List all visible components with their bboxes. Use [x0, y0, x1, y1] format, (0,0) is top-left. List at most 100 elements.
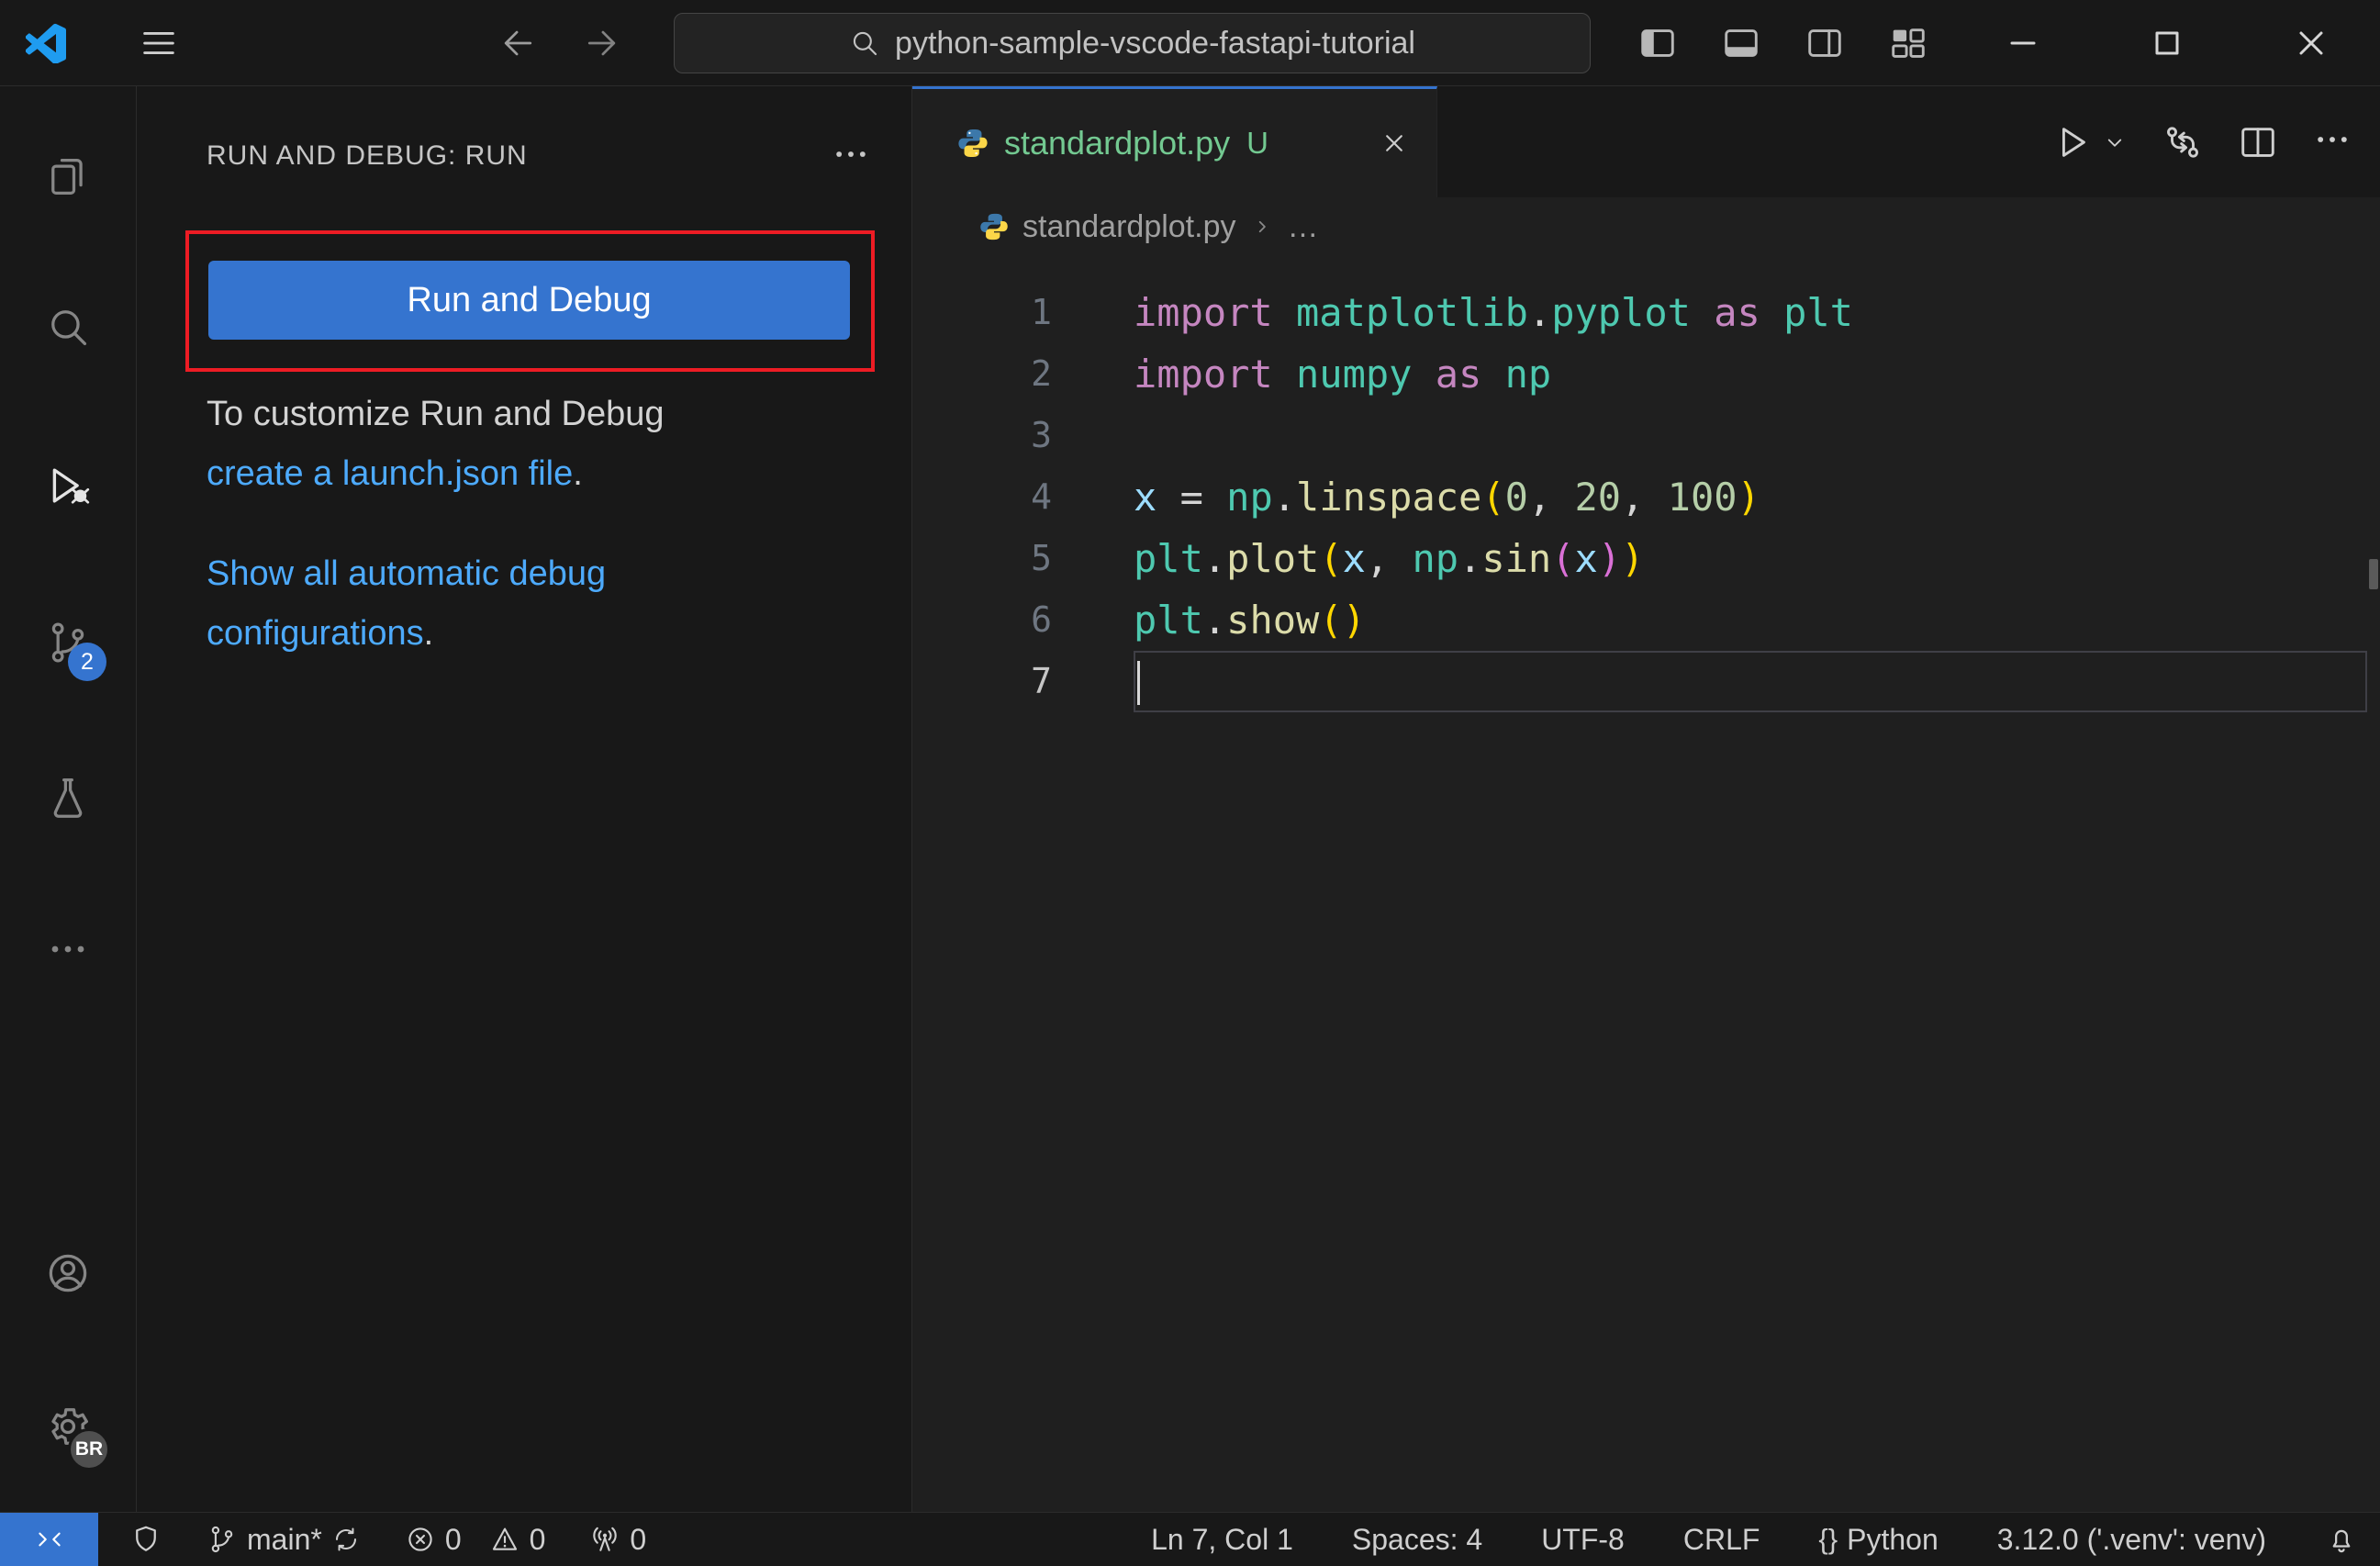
code-text[interactable] [1134, 651, 2367, 712]
editor-more-actions[interactable] [2312, 119, 2352, 164]
code-text[interactable]: import numpy as np [1134, 343, 2380, 405]
code-text[interactable]: plt.show() [1134, 589, 2380, 651]
code-line[interactable]: 6 plt.show() [912, 589, 2380, 651]
notifications-button[interactable] [2325, 1523, 2358, 1556]
activity-item-accounts[interactable] [42, 1247, 94, 1299]
overview-ruler-mark[interactable] [2369, 559, 2378, 589]
forward-arrow-icon [587, 30, 616, 55]
eol-sequence[interactable]: CRLF [1683, 1523, 1760, 1557]
maximize-button[interactable] [2145, 21, 2189, 65]
problems-item[interactable]: 0 0 [405, 1522, 546, 1557]
toggle-primary-sidebar-button[interactable] [1637, 22, 1679, 64]
toggle-secondary-sidebar-button[interactable] [1804, 22, 1846, 64]
line-number[interactable]: 2 [912, 343, 1052, 405]
layout-sidebar-left-icon [1641, 28, 1674, 57]
code-line[interactable]: 3 [912, 405, 2380, 466]
breadcrumb-more[interactable]: … [1288, 209, 1319, 245]
cursor-position[interactable]: Ln 7, Col 1 [1151, 1523, 1293, 1557]
warning-count: 0 [529, 1522, 546, 1556]
code-line[interactable]: 7 [912, 651, 2380, 712]
chevron-down-icon [2107, 139, 2122, 147]
language-status-icon: {} [1818, 1523, 1838, 1555]
vscode-logo [26, 23, 66, 63]
code-text[interactable] [1134, 405, 2380, 466]
forward-button[interactable] [582, 23, 622, 63]
code-line[interactable]: 4 x = np.linspace(0, 20, 100) [912, 466, 2380, 528]
workspace-trust-button[interactable] [129, 1523, 162, 1556]
customize-layout-icon [1892, 28, 1925, 58]
ellipsis-icon [836, 151, 866, 157]
menu-button[interactable] [138, 22, 180, 64]
code-line[interactable]: 5 plt.plot(x, np.sin(x)) [912, 528, 2380, 589]
editor-tab[interactable]: standardplot.py U [912, 86, 1437, 197]
maximize-icon [2155, 31, 2179, 54]
activity-item-run-debug[interactable] [42, 460, 94, 511]
status-bar: main* 0 0 0 Ln 7, Col 1 Spaces: 4 UTF-8 … [0, 1512, 2380, 1566]
customize-layout-button[interactable] [1887, 22, 1929, 64]
warning-icon [492, 1527, 517, 1550]
activity-item-source-control[interactable]: 2 [42, 617, 106, 681]
ports-item[interactable]: 0 [589, 1523, 646, 1557]
code-text[interactable]: x = np.linspace(0, 20, 100) [1134, 466, 2380, 528]
activity-item-settings[interactable]: BR [42, 1401, 110, 1471]
code-line[interactable]: 2 import numpy as np [912, 343, 2380, 405]
code-line[interactable]: 1 import matplotlib.pyplot as plt [912, 282, 2380, 343]
profile-badge: BR [68, 1428, 110, 1471]
show-configs-link-line1[interactable]: Show all automatic debug [207, 554, 606, 593]
code-text[interactable]: import matplotlib.pyplot as plt [1134, 282, 2380, 343]
run-debug-icon [52, 468, 90, 504]
run-python-file-button[interactable] [2051, 121, 2129, 163]
language-name: Python [1847, 1522, 1939, 1556]
python-icon [980, 213, 1008, 240]
ellipsis-icon [2318, 137, 2347, 142]
customize-paragraph: To customize Run and Debug create a laun… [207, 385, 812, 504]
encoding[interactable]: UTF-8 [1541, 1523, 1625, 1557]
activity-item-search[interactable] [42, 301, 94, 352]
launch-json-link[interactable]: create a launch.json file [207, 454, 573, 493]
python-interpreter[interactable]: 3.12.0 ('.venv': venv) [1997, 1523, 2266, 1557]
indentation[interactable]: Spaces: 4 [1352, 1523, 1482, 1557]
activity-item-testing[interactable] [42, 771, 94, 822]
breadcrumb-file[interactable]: standardplot.py [1022, 209, 1236, 245]
scm-badge: 2 [68, 643, 106, 681]
account-icon [49, 1254, 87, 1292]
code-area[interactable]: 1 import matplotlib.pyplot as plt 2 import … [912, 256, 2380, 1512]
files-icon [51, 158, 83, 195]
tab-close-button[interactable] [1376, 125, 1413, 162]
line-number[interactable]: 1 [912, 282, 1052, 343]
back-button[interactable] [497, 23, 538, 63]
line-number[interactable]: 5 [912, 528, 1052, 589]
close-window-button[interactable] [2289, 21, 2333, 65]
tab-bar: standardplot.py U [912, 86, 2380, 197]
text-cursor [1137, 661, 1140, 705]
tab-git-status: U [1246, 126, 1269, 160]
play-icon [2062, 127, 2085, 157]
launch-link-period: . [573, 454, 583, 493]
show-configs-link-line2[interactable]: configurations [207, 614, 424, 653]
activity-item-explorer[interactable] [42, 151, 94, 203]
branch-name: main* [247, 1522, 322, 1556]
show-configs-period: . [423, 614, 434, 653]
toggle-panel-button[interactable] [1720, 22, 1762, 64]
open-changes-button[interactable] [2162, 121, 2204, 163]
language-mode[interactable]: {} Python [1818, 1523, 1938, 1557]
git-branch-icon [211, 1526, 233, 1553]
ports-count: 0 [630, 1522, 647, 1556]
customize-text: To customize Run and Debug [207, 395, 665, 433]
shield-icon [136, 1526, 156, 1551]
sidebar-more-actions[interactable] [831, 134, 871, 179]
command-center-search[interactable]: python-sample-vscode-fastapi-tutorial [674, 13, 1591, 73]
code-text[interactable]: plt.plot(x, np.sin(x)) [1134, 528, 2380, 589]
line-number[interactable]: 6 [912, 589, 1052, 651]
python-icon [958, 129, 988, 157]
line-number[interactable]: 4 [912, 466, 1052, 528]
remote-indicator[interactable] [0, 1513, 98, 1566]
run-and-debug-button[interactable]: Run and Debug [208, 261, 850, 340]
git-branch-item[interactable]: main* [207, 1523, 361, 1557]
line-number[interactable]: 7 [912, 651, 1052, 712]
split-editor-button[interactable] [2237, 121, 2279, 163]
title-bar: python-sample-vscode-fastapi-tutorial [0, 0, 2380, 86]
activity-item-more[interactable] [42, 923, 94, 975]
line-number[interactable]: 3 [912, 405, 1052, 466]
minimize-button[interactable] [2001, 21, 2045, 65]
